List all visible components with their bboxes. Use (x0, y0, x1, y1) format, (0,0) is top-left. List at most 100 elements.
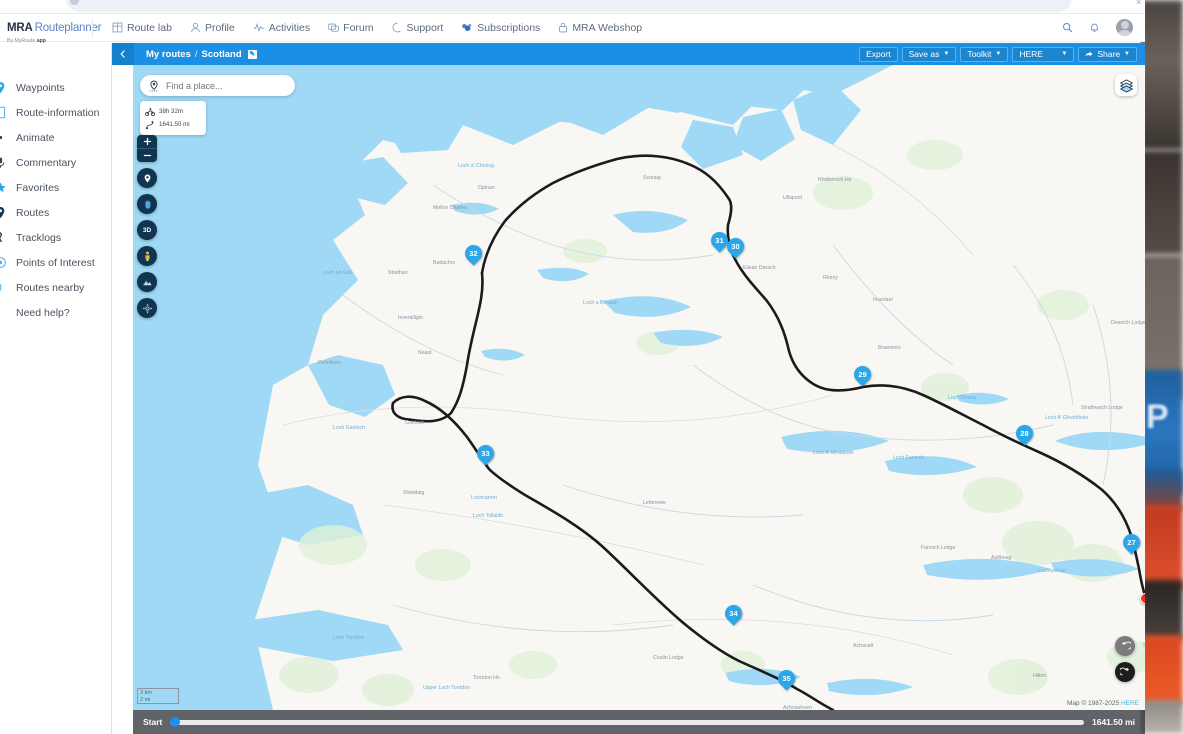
nav-mra-webshop[interactable]: MRA Webshop (549, 18, 651, 38)
breadcrumb-my-routes[interactable]: My routes (146, 49, 191, 60)
sidebar-label: Waypoints (16, 81, 65, 94)
redo-button[interactable] (1115, 662, 1135, 682)
redo-icon (1119, 667, 1129, 675)
map-provider-select[interactable]: HERE ▼ (1012, 46, 1075, 62)
poi-icon (0, 256, 7, 269)
waypoint-marker[interactable]: 33 (473, 441, 498, 467)
sidebar-item-points-of-interest[interactable]: Points of Interest (0, 250, 111, 275)
waypoint-marker[interactable]: 29 (850, 362, 875, 388)
terrain-elevation-button[interactable] (137, 272, 157, 292)
waypoint-marker[interactable]: 34 (721, 601, 746, 627)
waypoint-number: 27 (1127, 537, 1136, 547)
map-place-label: Loch A’ Ghuirbhein (1045, 415, 1089, 421)
waypoint-marker[interactable]: 28 (1012, 421, 1037, 447)
street-view-pegman-button[interactable] (137, 246, 157, 266)
waypoint-marker[interactable]: 35 (774, 666, 799, 692)
map-place-label: Peterburn (318, 360, 341, 366)
sidebar-item-need-help[interactable]: Need help? (0, 300, 111, 325)
sidebar-item-waypoints[interactable]: Waypoints (0, 75, 111, 100)
hand-icon (144, 199, 150, 209)
sidebar-item-tracklogs[interactable]: Tracklogs (0, 225, 111, 250)
compass-icon (142, 303, 152, 313)
star-icon (0, 181, 7, 194)
pulse-icon (253, 22, 265, 33)
search-input[interactable] (166, 80, 286, 91)
zoom-in-button[interactable] (137, 135, 157, 148)
sidebar-item-routes[interactable]: Routes (0, 200, 111, 225)
save-as-button[interactable]: Save as ▼ (901, 46, 957, 62)
nav-support[interactable]: Support (383, 18, 453, 38)
route-distance-row: 1641.50 mi (145, 118, 201, 131)
close-icon[interactable]: × (1136, 0, 1141, 7)
waypoint-marker[interactable]: 32 (461, 241, 486, 267)
nav-profile[interactable]: Profile (181, 18, 244, 38)
undo-button[interactable] (1115, 636, 1135, 656)
map-place-label: Loch A’ Mhadaidh (813, 450, 854, 456)
map-place-label: Inveralligin (398, 315, 423, 321)
sidebar-item-commentary[interactable]: Commentary (0, 150, 111, 175)
compass-pan-button[interactable] (137, 298, 157, 318)
route-start-marker[interactable] (1140, 593, 1145, 604)
waypoint-marker[interactable]: 27 (1119, 530, 1144, 556)
map-place-label: Aultbeag (991, 555, 1012, 561)
map-controls: 3D (137, 135, 157, 318)
nav-label: Route lab (127, 21, 172, 34)
find-a-place-box[interactable] (140, 75, 295, 96)
waypoint-marker[interactable]: 31 (707, 228, 732, 254)
nav-activities[interactable]: Activities (244, 18, 319, 38)
map-place-label: Badachro (433, 260, 456, 266)
toolkit-button[interactable]: Toolkit ▼ (960, 46, 1009, 62)
waypoint-marker[interactable]: 30 (723, 234, 748, 260)
search-icon[interactable] (1062, 22, 1073, 33)
map-view[interactable]: Opinan Scoraig Rhidorroch Ho Ullapool Loch a… (133, 65, 1145, 710)
cart-icon (462, 23, 472, 31)
brand-logo[interactable]: MRA Routeplanner By MyRoute app (0, 22, 101, 45)
back-button[interactable] (112, 43, 134, 65)
waypoint-pin-icon: 35 (774, 666, 799, 691)
breadcrumb: My routes / Scotland ✎ (134, 49, 257, 60)
grid-icon (112, 22, 123, 33)
sidebar-item-routes-nearby[interactable]: Routes nearby (0, 275, 111, 300)
app-window: P × MRA Routeplanner By MyRoute app Rout… (0, 0, 1183, 734)
chevron-down-icon: ▼ (995, 51, 1002, 57)
browser-address-pill[interactable] (66, 0, 1072, 12)
share-button[interactable]: Share ▼ (1078, 46, 1137, 62)
waypoint-number: 31 (715, 235, 724, 245)
sidebar-label: Favorites (16, 181, 60, 194)
progress-slider-track[interactable] (170, 717, 1084, 727)
breadcrumb-separator: / (194, 48, 198, 60)
sidebar-item-animate[interactable]: Animate (0, 125, 111, 150)
nav-route-lab[interactable]: Route lab (103, 18, 181, 38)
bell-icon[interactable] (1089, 22, 1100, 33)
center-location-button[interactable] (137, 168, 157, 188)
zoom-out-button[interactable] (137, 149, 157, 162)
toolkit-label: Toolkit (967, 49, 992, 59)
avatar[interactable] (1116, 19, 1133, 36)
lifebuoy-icon (392, 22, 401, 33)
sidebar-label: Animate (16, 131, 55, 144)
map-place-label: Torridon Ho (473, 675, 500, 681)
document-icon (0, 106, 7, 119)
lock-icon (559, 22, 568, 33)
chat-icon (328, 23, 339, 32)
attribution-brand[interactable]: HERE (1121, 700, 1139, 707)
map-place-label: Strathvaich Lodge (1081, 405, 1123, 411)
pan-hand-button[interactable] (137, 194, 157, 214)
nav-label: Forum (343, 21, 374, 34)
nav-forum[interactable]: Forum (319, 18, 382, 38)
waypoint-pin-icon: 34 (721, 601, 746, 626)
three-d-view-button[interactable]: 3D (137, 220, 157, 240)
map-place-label: Naast (418, 350, 432, 356)
nav-label: MRA Webshop (572, 21, 643, 34)
edit-icon[interactable]: ✎ (247, 49, 257, 59)
export-button[interactable]: Export (859, 46, 898, 62)
three-d-label: 3D (142, 226, 152, 234)
nav-label: Support (406, 21, 444, 34)
pin-icon (0, 81, 7, 94)
map-layers-button[interactable] (1115, 74, 1137, 96)
sidebar-item-favorites[interactable]: Favorites (0, 175, 111, 200)
map-place-label: Hilton (1033, 673, 1047, 679)
sidebar-item-route-information[interactable]: Route-information (0, 100, 111, 125)
nav-subscriptions[interactable]: Subscriptions (452, 18, 549, 38)
progress-slider-thumb[interactable] (170, 717, 181, 727)
